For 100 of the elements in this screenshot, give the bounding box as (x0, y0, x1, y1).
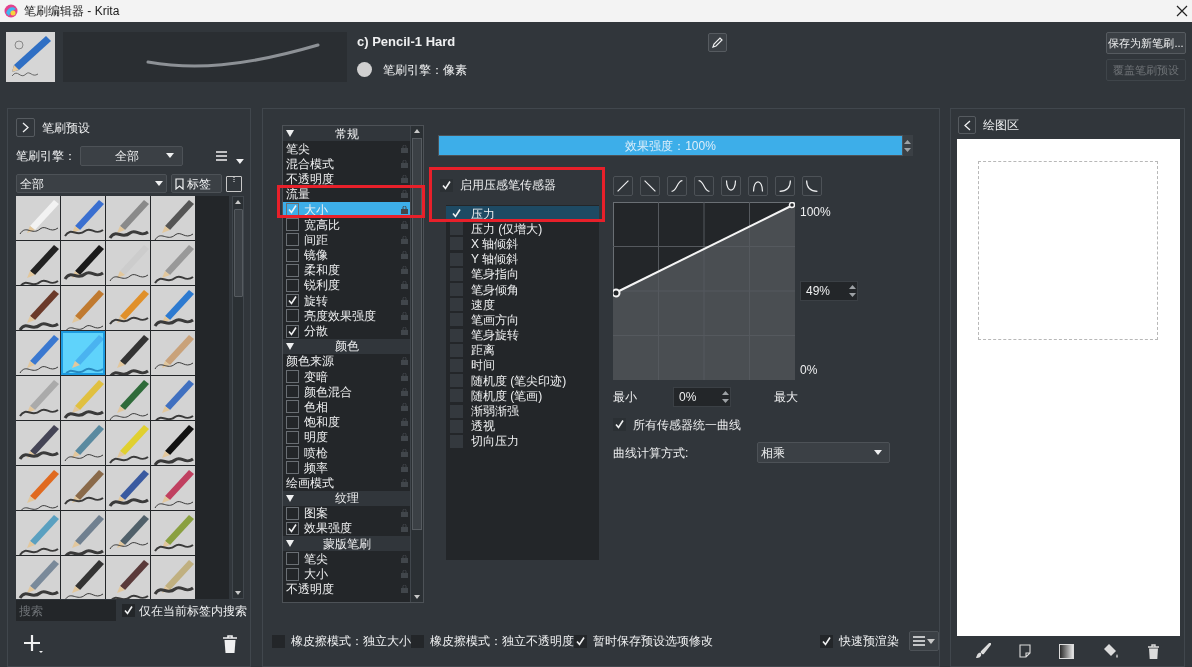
curve-preset-button[interactable] (721, 176, 741, 196)
preset-tile[interactable] (151, 376, 195, 420)
curve-preset-button[interactable] (667, 176, 687, 196)
preset-tile[interactable] (61, 331, 105, 375)
trash-icon[interactable] (1146, 643, 1160, 659)
checkbox[interactable] (286, 461, 299, 475)
preset-tile[interactable] (106, 511, 150, 555)
edit-name-button[interactable] (708, 33, 727, 52)
options-menu-button[interactable] (908, 631, 939, 651)
preset-tile[interactable] (16, 241, 60, 285)
collapse-icon[interactable] (286, 540, 294, 548)
option-row[interactable]: 绘画模式 (283, 475, 410, 491)
checkbox[interactable] (286, 218, 299, 232)
curve-preset-button[interactable] (694, 176, 714, 196)
preset-tile[interactable] (106, 376, 150, 420)
option-row[interactable]: 颜色来源 (283, 353, 410, 369)
value-spinbox[interactable]: 49% (800, 281, 858, 301)
sensor-row[interactable]: 笔身倾角 (446, 281, 599, 298)
preset-tile[interactable] (151, 331, 195, 375)
option-row[interactable]: 间距 (283, 232, 410, 248)
sensor-row[interactable]: 时间 (446, 357, 599, 374)
preset-tile[interactable] (16, 421, 60, 465)
checkbox[interactable] (574, 634, 587, 648)
collapse-icon[interactable] (286, 130, 294, 138)
option-row[interactable]: 不透明度 (283, 581, 410, 597)
checkbox[interactable] (286, 415, 299, 429)
preset-tile[interactable] (16, 556, 60, 599)
collapse-button[interactable] (958, 116, 976, 134)
preset-tile[interactable] (16, 196, 60, 240)
close-icon[interactable] (1176, 5, 1188, 17)
tag-button[interactable]: 标签 (171, 174, 222, 193)
option-row[interactable]: 笔尖 (283, 141, 410, 157)
checkbox[interactable] (286, 309, 299, 323)
sensor-row[interactable]: 距离 (446, 342, 599, 358)
option-row[interactable]: 锐利度 (283, 277, 410, 294)
collapse-icon[interactable] (286, 494, 294, 502)
option-row[interactable]: 混合模式 (283, 156, 410, 172)
sensor-row[interactable]: 笔身指向 (446, 266, 599, 282)
checkbox[interactable] (286, 294, 299, 308)
scrollbar[interactable] (232, 196, 244, 599)
preset-tile[interactable] (61, 511, 105, 555)
option-row[interactable]: 效果强度 (283, 520, 410, 537)
checkbox[interactable] (820, 634, 834, 648)
checkbox[interactable] (286, 430, 299, 444)
collapse-icon[interactable] (286, 342, 294, 350)
preset-tile[interactable] (106, 286, 150, 330)
curve-preset-button[interactable] (802, 176, 822, 196)
checkbox[interactable] (286, 324, 299, 338)
preset-tile[interactable] (61, 466, 105, 510)
paint-bucket-icon[interactable] (1102, 643, 1119, 659)
checkbox[interactable] (286, 278, 299, 292)
preset-tile[interactable] (16, 511, 60, 555)
checkbox[interactable] (450, 222, 463, 236)
add-icon[interactable] (23, 634, 43, 654)
preset-tile[interactable] (61, 556, 105, 599)
option-row[interactable]: 饱和度 (283, 414, 410, 430)
option-row[interactable]: 频率 (283, 460, 410, 476)
trash-icon[interactable] (222, 635, 238, 653)
scrollbar[interactable] (410, 126, 423, 602)
curve-preset-button[interactable] (640, 176, 660, 196)
preset-tile[interactable] (61, 286, 105, 330)
curve-preset-button[interactable] (613, 176, 633, 196)
checkbox[interactable] (122, 604, 135, 617)
checkbox[interactable] (286, 233, 299, 247)
min-spinbox[interactable]: 0% (673, 387, 731, 407)
scrollbar-thumb[interactable] (412, 138, 422, 530)
option-row[interactable]: 流量 (283, 186, 410, 202)
preset-action-button[interactable]: 保存为新笔刷... (1106, 32, 1186, 54)
checkbox[interactable] (286, 567, 299, 581)
tag-dropdown[interactable]: 全部 (16, 174, 167, 193)
sensor-row[interactable]: 速度 (446, 297, 599, 313)
preset-tile[interactable] (16, 331, 60, 375)
sensor-row[interactable]: 压力 (仅增大) (446, 221, 599, 237)
gradient-icon[interactable] (1059, 643, 1075, 659)
preset-tile[interactable] (151, 511, 195, 555)
preset-tile[interactable] (106, 241, 150, 285)
checkbox[interactable] (286, 521, 299, 535)
sensor-row[interactable]: 随机度 (笔尖印迹) (446, 373, 599, 389)
option-row[interactable]: 柔和度 (283, 262, 410, 278)
expand-button[interactable] (16, 118, 35, 137)
option-row[interactable]: 旋转 (283, 293, 410, 309)
checkbox[interactable] (286, 263, 299, 277)
preset-tile[interactable] (106, 556, 150, 599)
checkbox[interactable] (286, 446, 299, 460)
checkbox[interactable] (286, 385, 299, 399)
sensor-row[interactable]: 笔身旋转 (446, 327, 599, 343)
sensor-row[interactable]: X 轴倾斜 (446, 236, 599, 252)
spinner-arrows-icon[interactable] (721, 388, 730, 406)
preset-tile[interactable] (151, 556, 195, 599)
sensor-row[interactable]: 随机度 (笔画) (446, 388, 599, 404)
curve-preset-button[interactable] (748, 176, 768, 196)
option-row[interactable]: 分散 (283, 323, 410, 339)
preset-tile[interactable] (151, 421, 195, 465)
page-icon[interactable] (1019, 644, 1032, 658)
option-row[interactable]: 大小 (283, 566, 410, 582)
option-row[interactable]: 明度 (283, 429, 410, 445)
tag-view-button[interactable] (226, 175, 242, 192)
curve-preset-button[interactable] (775, 176, 795, 196)
checkbox[interactable] (286, 203, 299, 217)
option-row[interactable]: 图案 (283, 505, 410, 521)
